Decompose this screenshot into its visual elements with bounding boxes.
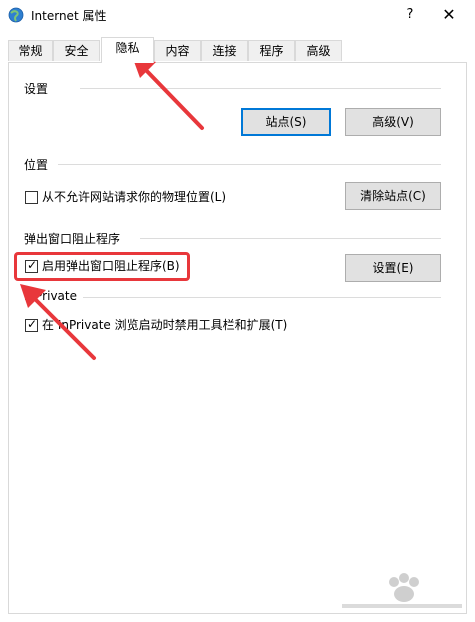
popup-group-label: 弹出窗口阻止程序 bbox=[24, 230, 127, 247]
checkmark-icon: ✓ bbox=[27, 317, 38, 331]
never-allow-location-label: 从不允许网站请求你的物理位置(L) bbox=[42, 190, 227, 204]
tab-security[interactable]: 安全 bbox=[53, 40, 100, 61]
enable-popup-blocker-label: 启用弹出窗口阻止程序(B) bbox=[42, 259, 180, 273]
settings-divider bbox=[80, 88, 441, 89]
disable-toolbars-label: 在 InPrivate 浏览启动时禁用工具栏和扩展(T) bbox=[42, 318, 288, 332]
popup-settings-button[interactable]: 设置(E) bbox=[345, 254, 441, 282]
enable-popup-blocker-row[interactable]: ✓ 启用弹出窗口阻止程序(B) bbox=[25, 258, 185, 275]
globe-icon bbox=[8, 7, 24, 23]
popup-divider bbox=[140, 238, 441, 239]
privacy-panel bbox=[8, 62, 467, 614]
clear-sites-button[interactable]: 清除站点(C) bbox=[345, 182, 441, 210]
checkmark-icon: ✓ bbox=[27, 258, 38, 272]
never-allow-location-row[interactable]: 从不允许网站请求你的物理位置(L) bbox=[25, 190, 245, 206]
title-bar: Internet 属性 ? ✕ bbox=[0, 0, 475, 30]
location-divider bbox=[58, 164, 441, 165]
tab-programs[interactable]: 程序 bbox=[248, 40, 295, 61]
tab-general[interactable]: 常规 bbox=[8, 40, 53, 61]
tab-connections[interactable]: 连接 bbox=[201, 40, 248, 61]
help-button[interactable]: ? bbox=[399, 4, 421, 26]
settings-group-label: 设置 bbox=[24, 80, 55, 97]
window-title: Internet 属性 bbox=[31, 9, 107, 23]
tab-content[interactable]: 内容 bbox=[154, 40, 201, 61]
tab-privacy[interactable]: 隐私 bbox=[101, 37, 154, 63]
close-button[interactable]: ✕ bbox=[432, 4, 466, 26]
disable-toolbars-row[interactable]: ✓ 在 InPrivate 浏览启动时禁用工具栏和扩展(T) bbox=[25, 317, 295, 334]
enable-popup-blocker-checkbox[interactable]: ✓ bbox=[25, 258, 38, 273]
tab-strip: 常规 安全 隐私 内容 连接 程序 高级 bbox=[0, 37, 475, 64]
inprivate-group-label: InPrivate bbox=[24, 289, 83, 303]
disable-toolbars-checkbox[interactable]: ✓ bbox=[25, 317, 38, 332]
inprivate-divider bbox=[82, 297, 441, 298]
location-group-label: 位置 bbox=[24, 156, 55, 173]
tab-advanced[interactable]: 高级 bbox=[295, 40, 342, 61]
advanced-button[interactable]: 高级(V) bbox=[345, 108, 441, 136]
sites-button[interactable]: 站点(S) bbox=[241, 108, 331, 136]
never-allow-location-checkbox[interactable] bbox=[25, 191, 38, 204]
